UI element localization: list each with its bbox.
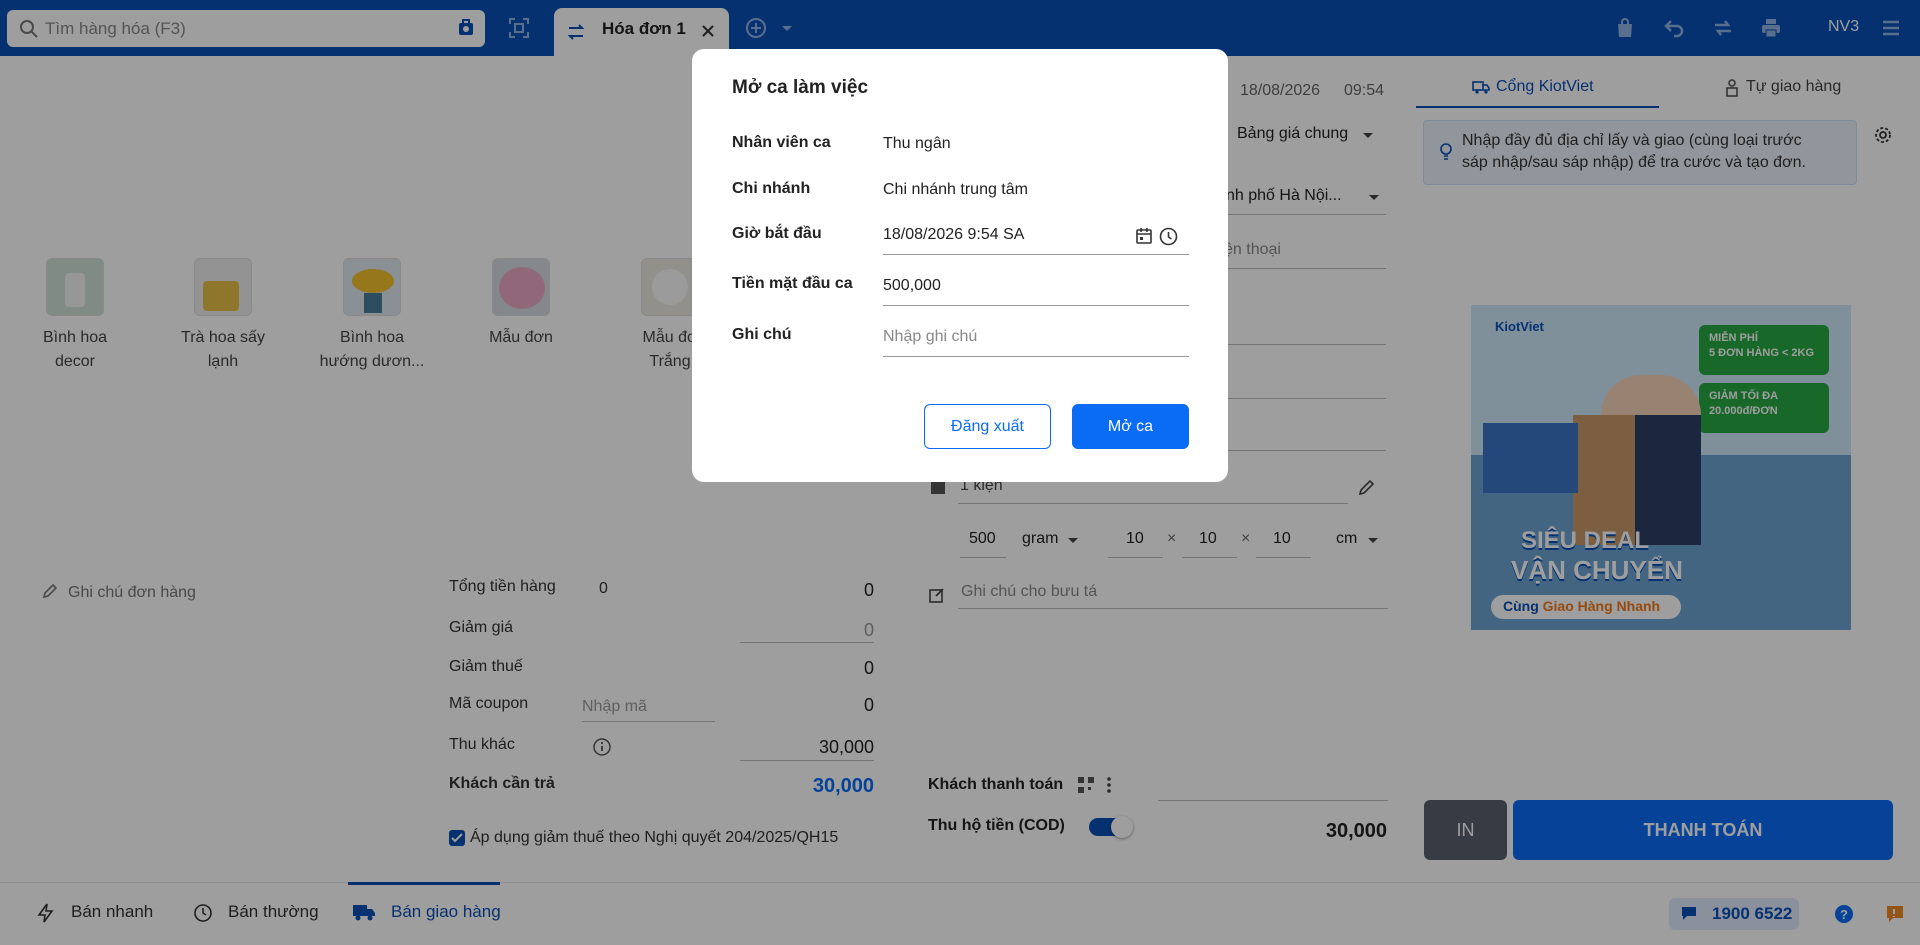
- branch-label: Chi nhánh: [732, 180, 811, 197]
- logout-button[interactable]: Đăng xuất: [924, 404, 1051, 449]
- note-input[interactable]: Nhập ghi chú: [883, 328, 977, 346]
- start-time-label: Giờ bắt đầu: [732, 225, 822, 242]
- divider: [883, 356, 1189, 357]
- branch-value: Chi nhánh trung tâm: [883, 181, 1028, 198]
- divider: [883, 254, 1189, 255]
- staff-value: Thu ngân: [883, 135, 951, 152]
- clock-icon[interactable]: [1159, 227, 1178, 246]
- open-shift-dialog: Mở ca làm việc Nhân viên ca Thu ngân Chi…: [692, 49, 1228, 482]
- cash-label: Tiền mặt đầu ca: [732, 275, 853, 292]
- cash-input[interactable]: 500,000: [883, 277, 941, 295]
- divider: [883, 305, 1189, 306]
- dialog-title: Mở ca làm việc: [732, 77, 869, 98]
- open-shift-button[interactable]: Mở ca: [1072, 404, 1189, 449]
- start-time-input[interactable]: 18/08/2026 9:54 SA: [883, 226, 1024, 244]
- note-label: Ghi chú: [732, 326, 792, 343]
- staff-label: Nhân viên ca: [732, 134, 831, 151]
- calendar-icon[interactable]: [1135, 227, 1153, 245]
